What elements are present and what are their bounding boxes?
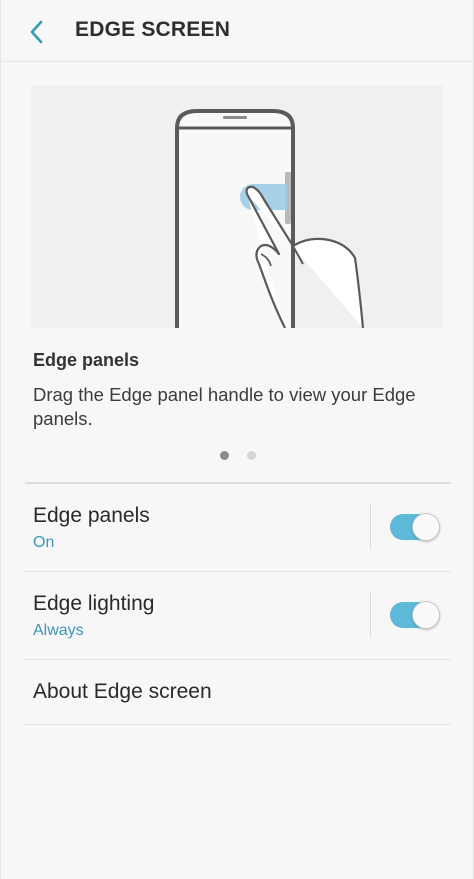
app-bar: EDGE SCREEN [1, 0, 473, 62]
setting-row-edge-lighting[interactable]: Edge lighting Always [1, 572, 473, 658]
setting-subtitle-edge-lighting: Always [33, 622, 84, 639]
page-indicator [1, 451, 473, 461]
setting-title-edge-lighting: Edge lighting [33, 592, 155, 615]
toggle-thumb [412, 601, 440, 629]
back-button[interactable] [21, 14, 53, 50]
row-divider [25, 724, 451, 725]
vertical-separator [370, 504, 371, 550]
page-dot-active [220, 451, 229, 460]
vertical-separator [370, 592, 371, 638]
edge-panel-illustration [31, 86, 443, 328]
setting-subtitle-edge-panels: On [33, 534, 55, 551]
setting-row-about-edge-screen[interactable]: About Edge screen [1, 660, 473, 724]
page-title: EDGE SCREEN [75, 18, 231, 41]
intro-title: Edge panels [33, 350, 140, 370]
setting-title-edge-panels: Edge panels [33, 504, 150, 527]
page-dot-inactive [247, 451, 256, 460]
edge-panels-toggle[interactable] [390, 513, 440, 541]
chevron-left-icon [30, 20, 43, 44]
intro-description: Drag the Edge panel handle to view your … [33, 384, 416, 429]
setting-row-edge-panels[interactable]: Edge panels On [1, 484, 473, 570]
edge-screen-settings: EDGE SCREEN Edge panels Drag the Edge pa… [0, 0, 474, 879]
setting-title-about-edge-screen: About Edge screen [33, 680, 212, 703]
edge-lighting-toggle[interactable] [390, 601, 440, 629]
toggle-thumb [412, 513, 440, 541]
